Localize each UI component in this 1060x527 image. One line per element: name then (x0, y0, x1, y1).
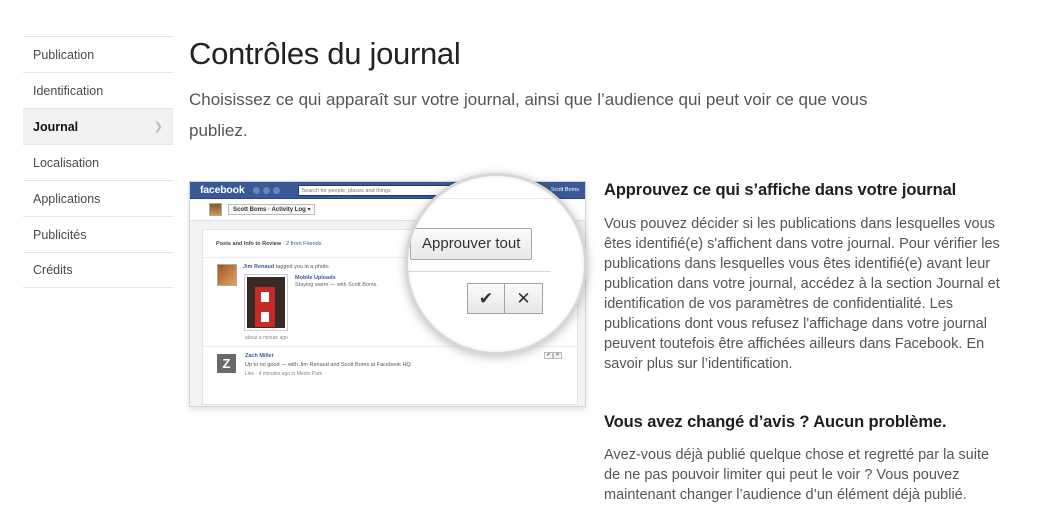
facebook-logo: facebook (200, 184, 245, 196)
review-actions: ✔ ✕ (467, 283, 543, 314)
section-title-changed-mind: Vous avez changé d’avis ? Aucun problème… (604, 413, 947, 431)
sidebar-item-label: Publication (33, 47, 95, 62)
close-icon: ✕ (553, 352, 562, 359)
post-timestamp: Like · 4 minutes ago in Menlo Park (245, 371, 322, 377)
sidebar-item-credits[interactable]: Crédits (23, 252, 173, 288)
avatar (209, 203, 222, 216)
sidebar-item-label: Localisation (33, 155, 100, 170)
panel-title: Posts and Info to Review (216, 241, 282, 247)
sidebar-item-label: Journal (33, 119, 79, 134)
post-action: tagged you in a photo. (274, 264, 331, 270)
sidebar-item-applications[interactable]: Applications (23, 180, 173, 216)
check-icon: ✔ (544, 352, 553, 359)
sidebar-item-label: Publicités (33, 227, 87, 242)
activity-log-button: Scott Boms · Activity Log ▾ (228, 204, 316, 215)
check-icon[interactable]: ✔ (467, 283, 505, 314)
post-review-buttons: ✔ ✕ (544, 352, 562, 359)
photo-caption: Staying warm — with Scott Boms. (295, 282, 378, 288)
post-timestamp: about a minute ago (245, 335, 288, 341)
sidebar-item-publication[interactable]: Publication (23, 36, 173, 72)
settings-sidebar: Publication Identification Journal ❯ Loca… (23, 36, 173, 288)
page-title: Contrôles du journal (189, 36, 461, 71)
sidebar-item-label: Identification (33, 83, 104, 98)
sidebar-item-publicites[interactable]: Publicités (23, 216, 173, 252)
avatar (217, 264, 237, 286)
magnifier-lens: Approuver tout ✔ ✕ (405, 173, 587, 355)
approve-all-button[interactable]: Approuver tout (410, 228, 533, 260)
section-title-approve: Approuvez ce qui s’affiche dans votre jo… (604, 181, 957, 199)
avatar: Z (217, 354, 236, 373)
section-body-approve: Vous pouvez décider si les publications … (604, 216, 1000, 372)
search-input: Search for people, places and things (297, 184, 454, 196)
sidebar-item-journal[interactable]: Journal ❯ (23, 108, 173, 144)
album-name: Mobile Uploads (295, 275, 336, 281)
post-text: Up to no good — with Jim Renaud and Scot… (245, 362, 413, 368)
sidebar-item-label: Applications (33, 191, 101, 206)
sidebar-item-identification[interactable]: Identification (23, 72, 173, 108)
sidebar-item-localisation[interactable]: Localisation (23, 144, 173, 180)
close-icon[interactable]: ✕ (505, 283, 543, 314)
chevron-right-icon: ❯ (153, 121, 163, 133)
sidebar-item-label: Crédits (33, 263, 73, 277)
profile-name: Scott Boms (550, 187, 579, 193)
section-body-changed-mind: Avez-vous déjà publié quelque chose et r… (604, 447, 990, 503)
post-author: Zach Miller (245, 353, 274, 359)
post-photo (245, 275, 287, 330)
notification-icons (252, 186, 280, 194)
panel-title-link: · 2 from Friends (282, 241, 322, 247)
page-subtitle: Choisissez ce qui apparaît sur votre jou… (189, 90, 868, 140)
post-author: Jim Renaud (243, 264, 275, 270)
